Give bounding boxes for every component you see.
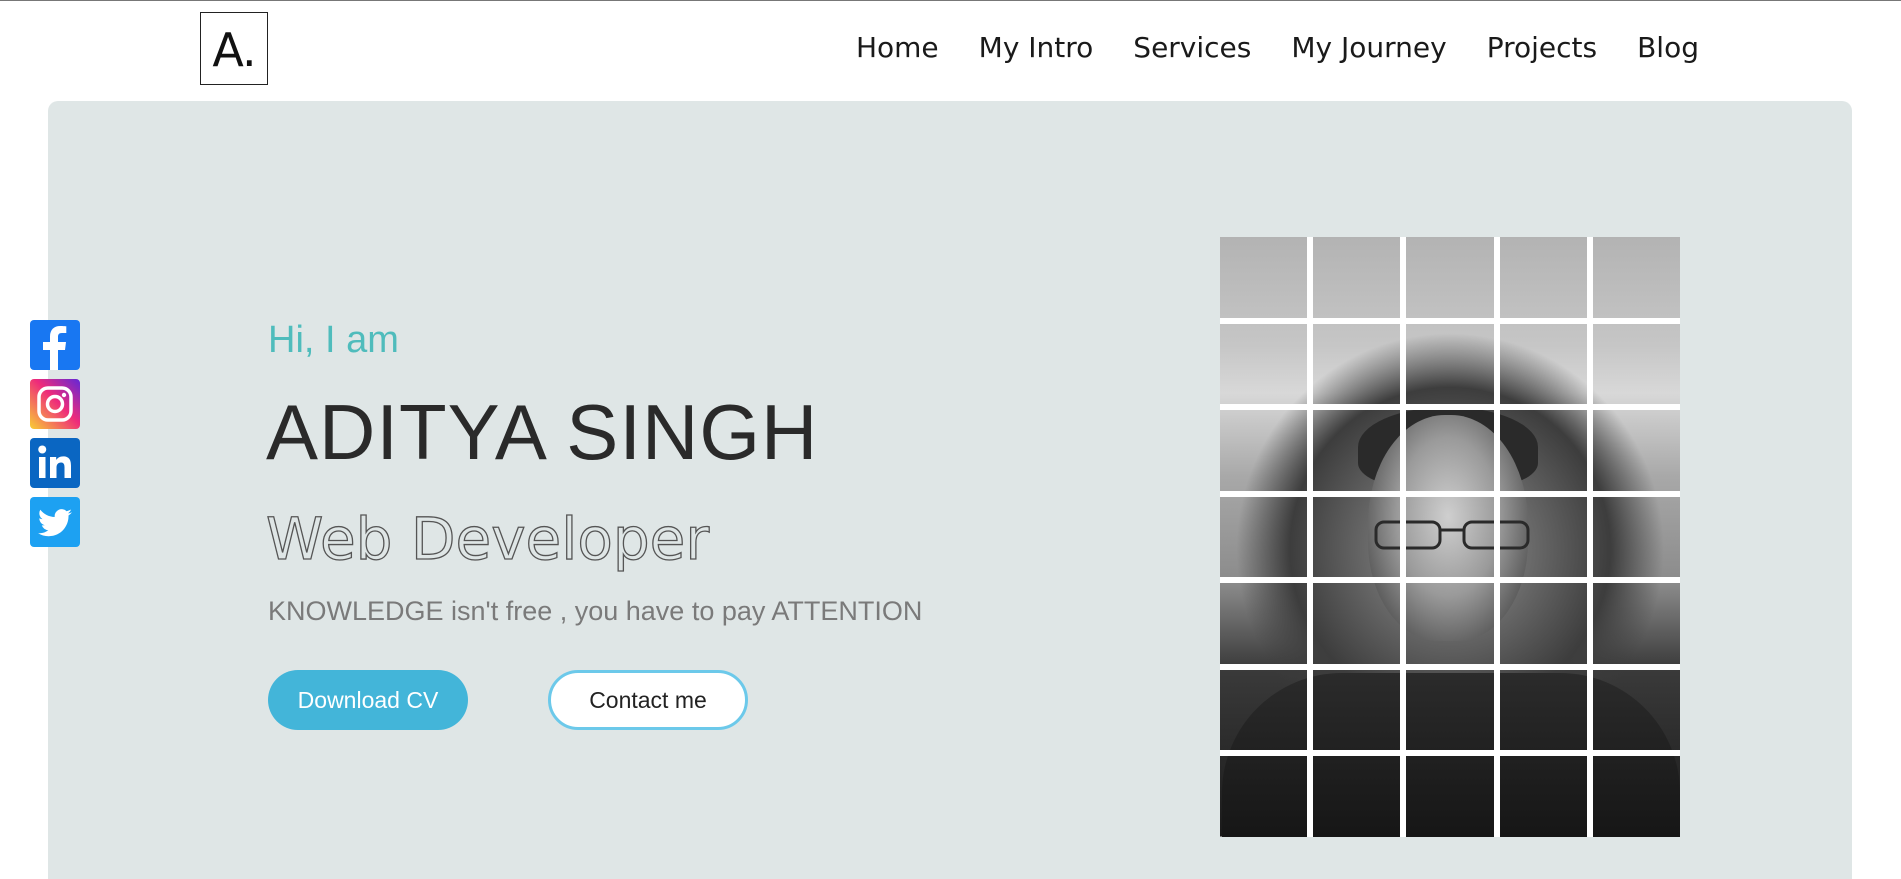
photo-tile xyxy=(1406,410,1494,491)
contact-me-button[interactable]: Contact me xyxy=(548,670,748,730)
nav-home[interactable]: Home xyxy=(856,31,939,64)
photo-tile xyxy=(1220,583,1308,664)
photo-tile xyxy=(1313,496,1401,578)
photo-tile xyxy=(1406,496,1494,578)
photo-tile xyxy=(1499,496,1587,578)
photo-tile xyxy=(1220,237,1308,318)
facebook-icon[interactable] xyxy=(30,320,80,370)
download-cv-button[interactable]: Download CV xyxy=(268,670,468,730)
photo-tile xyxy=(1313,583,1401,664)
photo-tile xyxy=(1313,410,1401,491)
nav-services[interactable]: Services xyxy=(1133,31,1251,64)
hero-quote: KNOWLEDGE isn't free , you have to pay A… xyxy=(268,596,923,626)
twitter-icon[interactable] xyxy=(30,497,80,547)
photo-tile xyxy=(1220,669,1308,751)
instagram-icon[interactable] xyxy=(30,379,80,429)
photo-tile xyxy=(1499,323,1587,405)
photo-tile xyxy=(1406,237,1494,318)
photo-tile xyxy=(1499,410,1587,491)
hero-name: ADITYA SINGH xyxy=(266,388,819,476)
photo-tile xyxy=(1592,669,1680,751)
photo-tile xyxy=(1499,669,1587,751)
greeting-text: Hi, I am xyxy=(268,319,399,361)
social-links xyxy=(30,320,80,547)
main-nav: Home My Intro Services My Journey Projec… xyxy=(856,31,1699,64)
photo-tile xyxy=(1592,237,1680,318)
photo-tile xyxy=(1313,237,1401,318)
hero-role: Web Developer xyxy=(265,504,710,573)
photo-tile xyxy=(1313,669,1401,751)
photo-tile xyxy=(1592,583,1680,664)
profile-photo-grid xyxy=(1220,237,1680,837)
logo[interactable]: A. xyxy=(200,12,268,85)
linkedin-icon[interactable] xyxy=(30,438,80,488)
photo-tile xyxy=(1406,669,1494,751)
photo-tile xyxy=(1592,410,1680,491)
nav-my-journey[interactable]: My Journey xyxy=(1291,31,1446,64)
photo-tile xyxy=(1313,756,1401,837)
photo-tile xyxy=(1220,496,1308,578)
photo-tile xyxy=(1220,756,1308,837)
photo-tile xyxy=(1220,323,1308,405)
nav-my-intro[interactable]: My Intro xyxy=(979,31,1094,64)
photo-tile xyxy=(1592,756,1680,837)
photo-tile xyxy=(1220,410,1308,491)
page: A. Home My Intro Services My Journey Pro… xyxy=(0,0,1901,879)
photo-tile xyxy=(1592,323,1680,405)
photo-tile xyxy=(1406,756,1494,837)
photo-tile xyxy=(1499,583,1587,664)
photo-tile xyxy=(1499,237,1587,318)
nav-blog[interactable]: Blog xyxy=(1637,31,1699,64)
nav-projects[interactable]: Projects xyxy=(1487,31,1597,64)
photo-tile xyxy=(1406,323,1494,405)
photo-tile xyxy=(1406,583,1494,664)
photo-tile xyxy=(1592,496,1680,578)
photo-tile xyxy=(1313,323,1401,405)
photo-tile xyxy=(1499,756,1587,837)
